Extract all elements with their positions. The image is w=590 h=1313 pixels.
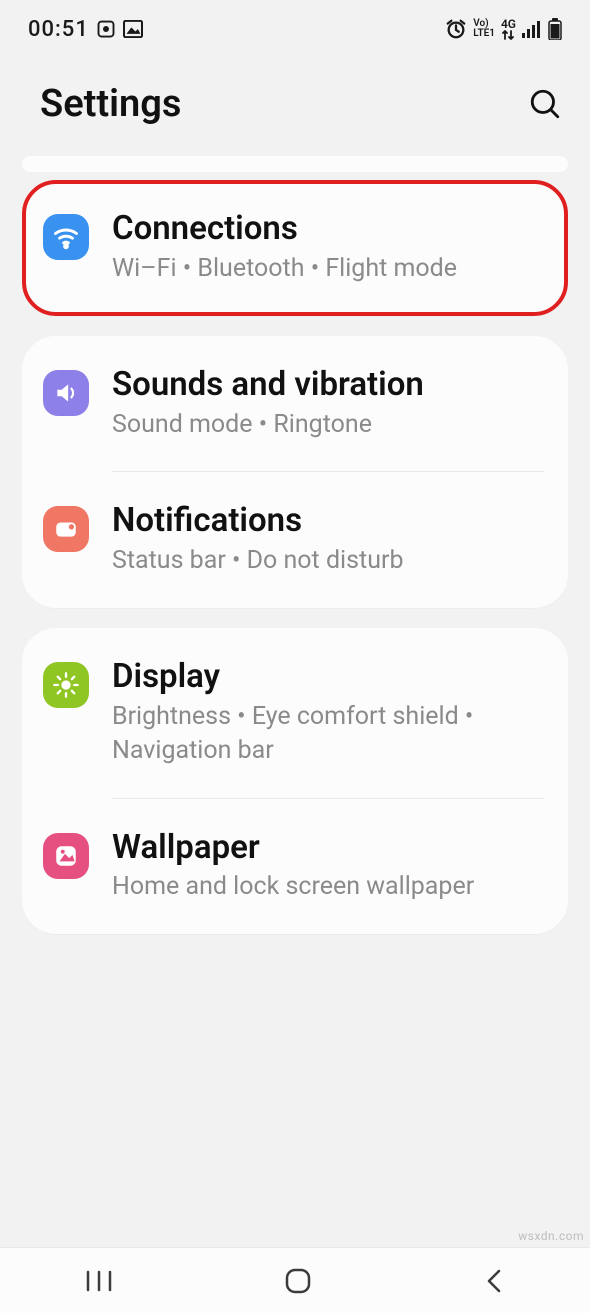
watermark: wsxdn.com <box>518 1229 584 1243</box>
settings-row-wifi[interactable]: Connections Wi–Fi • Bluetooth • Flight mo… <box>22 180 568 316</box>
row-title: Wallpaper <box>112 829 544 867</box>
settings-row-notif[interactable]: Notifications Status bar • Do not disturb <box>112 471 544 608</box>
row-title: Sounds and vibration <box>112 366 544 404</box>
settings-group: Sounds and vibration Sound mode • Rington… <box>22 336 568 608</box>
row-subtitle: Home and lock screen wallpaper <box>112 870 544 904</box>
search-card-edge <box>22 156 568 172</box>
settings-row-wallpaper[interactable]: WallpaperHome and lock screen wallpaper <box>112 798 544 935</box>
wifi-icon <box>43 214 89 260</box>
row-icon-col <box>38 502 94 552</box>
row-subtitle: Wi–Fi • Bluetooth • Flight mode <box>112 252 544 286</box>
page-header: Settings <box>0 54 590 156</box>
row-title: Display <box>112 658 544 696</box>
row-text-col: WallpaperHome and lock screen wallpaper <box>112 829 544 905</box>
network-indicator: 4G <box>501 18 516 40</box>
settings-row-sound[interactable]: Sounds and vibration Sound mode • Rington… <box>22 336 568 472</box>
row-title: Connections <box>112 210 544 248</box>
row-title: Notifications <box>112 502 544 540</box>
battery-icon <box>548 18 562 40</box>
row-subtitle: Brightness • Eye comfort shield • Naviga… <box>112 700 544 768</box>
recents-button[interactable] <box>86 1270 112 1292</box>
row-text-col: Display Brightness • Eye comfort shield •… <box>112 658 544 767</box>
settings-group: Display Brightness • Eye comfort shield •… <box>22 628 568 934</box>
display-icon <box>43 662 89 708</box>
alarm-icon <box>445 18 467 40</box>
row-subtitle: Status bar • Do not disturb <box>112 544 544 578</box>
row-text-col: Connections Wi–Fi • Bluetooth • Flight mo… <box>112 210 544 286</box>
row-subtitle: Sound mode • Ringtone <box>112 408 544 442</box>
page-title: Settings <box>40 82 181 126</box>
search-icon[interactable] <box>528 87 562 121</box>
signal-icon <box>522 20 542 38</box>
row-icon-col <box>38 829 94 879</box>
navigation-bar <box>0 1247 590 1313</box>
settings-group: Connections Wi–Fi • Bluetooth • Flight mo… <box>22 180 568 316</box>
settings-row-display[interactable]: Display Brightness • Eye comfort shield •… <box>22 628 568 797</box>
clock-icon <box>97 20 115 38</box>
row-icon-col <box>38 366 94 416</box>
status-bar: 00:51 Vo) LTE1 4G <box>0 0 590 54</box>
row-text-col: Sounds and vibration Sound mode • Rington… <box>112 366 544 442</box>
volte-indicator: Vo) LTE1 <box>473 19 495 39</box>
image-icon <box>123 20 143 38</box>
wallpaper-icon <box>43 833 89 879</box>
status-time: 00:51 <box>28 17 89 42</box>
sound-icon <box>43 370 89 416</box>
row-icon-col <box>38 210 94 260</box>
row-text-col: Notifications Status bar • Do not disturb <box>112 502 544 578</box>
row-icon-col <box>38 658 94 708</box>
back-button[interactable] <box>484 1268 504 1294</box>
notif-icon <box>43 506 89 552</box>
settings-list: Connections Wi–Fi • Bluetooth • Flight mo… <box>0 180 590 934</box>
home-button[interactable] <box>285 1268 311 1294</box>
